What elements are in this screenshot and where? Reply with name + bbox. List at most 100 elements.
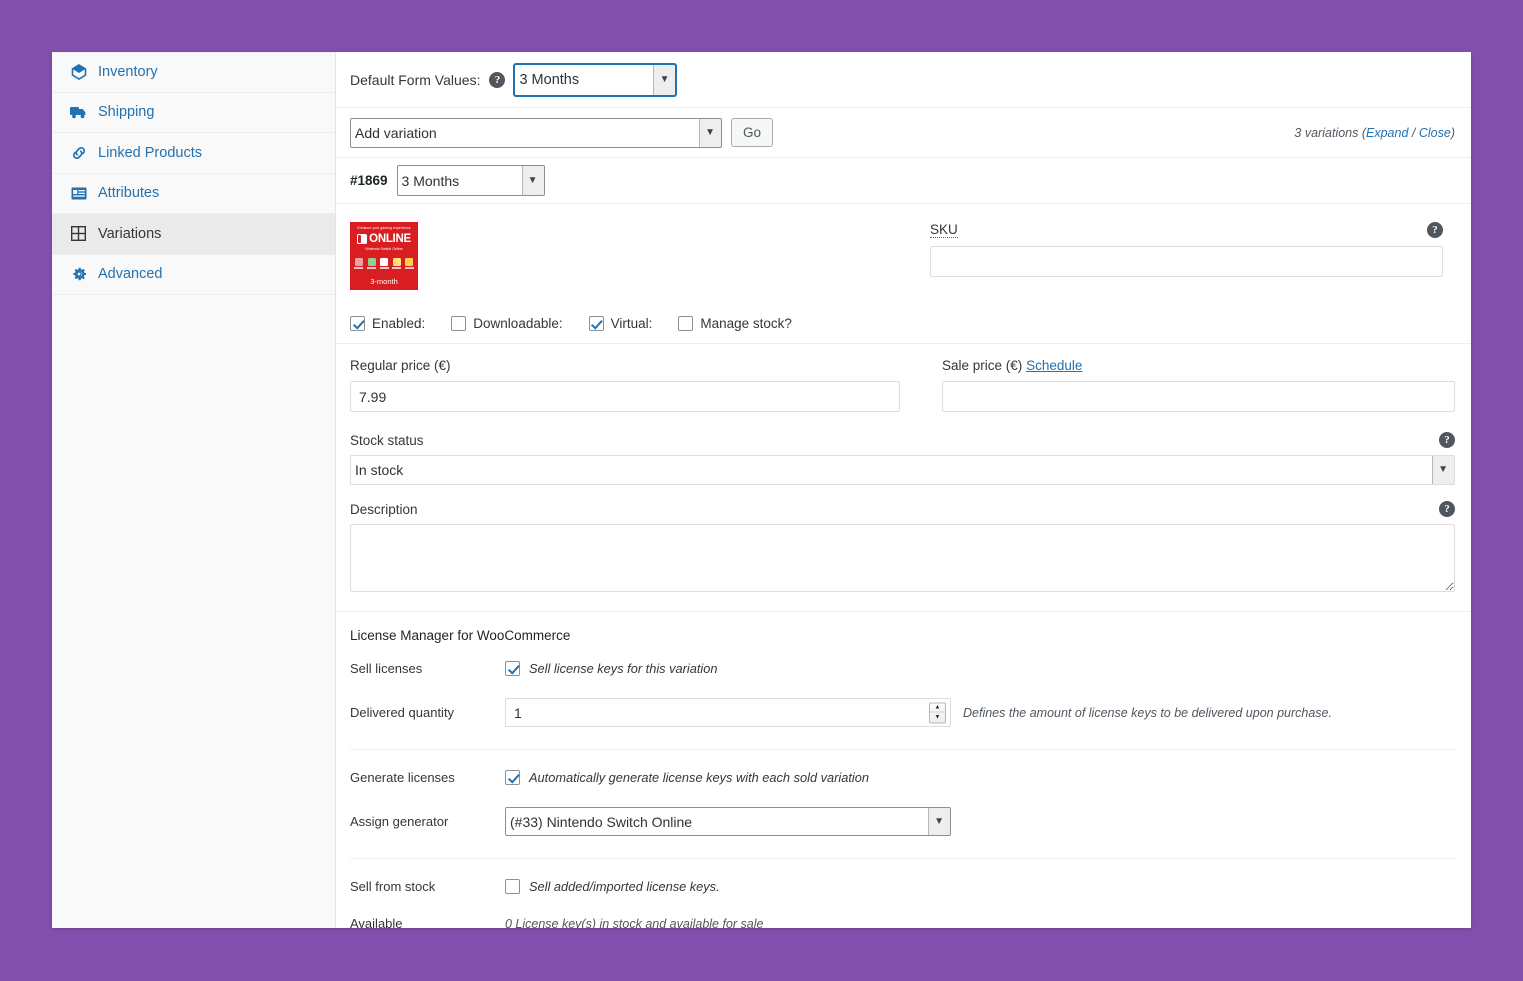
delivered-quantity-note: Defines the amount of license keys to be…	[963, 705, 1332, 720]
thumbnail-brand: ONLINE	[350, 233, 418, 245]
sell-from-stock-checkbox[interactable]: Sell added/imported license keys.	[505, 879, 720, 894]
checkbox-box	[451, 316, 467, 331]
generate-licenses-checkbox[interactable]: Automatically generate license keys with…	[505, 770, 869, 785]
attributes-icon	[70, 185, 87, 202]
delivered-quantity-wrap: ▲ ▼	[505, 698, 951, 727]
enabled-label: Enabled:	[372, 316, 426, 331]
sidebar-item-linked-products[interactable]: Linked Products	[52, 133, 335, 174]
variation-attribute-select[interactable]: 3 Months	[396, 165, 545, 196]
checkbox-box	[588, 316, 604, 331]
virtual-checkbox[interactable]: Virtual:	[588, 316, 652, 331]
help-icon[interactable]: ?	[1439, 432, 1455, 448]
regular-price-field: Regular price (€)	[350, 358, 900, 412]
delivered-quantity-row: Delivered quantity ▲ ▼ Defines the amoun…	[350, 698, 1455, 727]
variations-panel: Default Form Values: ? 3 Months ▼ Add va…	[336, 52, 1471, 928]
stepper-down-icon[interactable]: ▼	[930, 713, 945, 723]
stock-status-select-wrap: In stock ▼	[350, 455, 1455, 485]
sidebar-item-attributes[interactable]: Attributes	[52, 174, 335, 214]
sidebar-item-label: Variations	[98, 225, 162, 242]
sidebar-item-advanced[interactable]: Advanced	[52, 255, 335, 295]
checkbox-box	[350, 316, 365, 331]
help-icon[interactable]: ?	[1427, 222, 1443, 238]
manage-stock-label: Manage stock?	[700, 316, 792, 331]
variation-id: #1869	[350, 173, 388, 188]
default-form-values-toolbar: Default Form Values: ? 3 Months ▼	[336, 52, 1471, 108]
generate-licenses-row: Generate licenses Automatically generate…	[350, 770, 1455, 785]
checkbox-box	[678, 316, 694, 331]
help-icon[interactable]: ?	[1439, 501, 1455, 517]
regular-price-input[interactable]	[350, 381, 900, 412]
sidebar-item-label: Shipping	[98, 104, 155, 121]
default-form-value-select-wrap: 3 Months ▼	[514, 63, 677, 96]
default-form-value-select[interactable]: 3 Months	[514, 63, 677, 96]
sidebar-item-label: Inventory	[98, 64, 158, 81]
generate-licenses-checkbox-label: Automatically generate license keys with…	[529, 770, 870, 785]
switch-logo-icon	[357, 234, 368, 244]
stepper-up-icon[interactable]: ▲	[930, 703, 945, 713]
regular-price-label: Regular price (€)	[350, 358, 451, 373]
stock-status-select[interactable]: In stock	[350, 455, 1455, 485]
thumbnail-sku-row: Enhance your gaming experience ONLINE Ni…	[336, 204, 1471, 304]
product-data-tabs: Inventory Shipping Linked Products Attri…	[52, 52, 336, 928]
sku-column: SKU ?	[418, 222, 1455, 277]
section-divider	[350, 749, 1455, 750]
link-icon	[70, 144, 87, 161]
assign-generator-label: Assign generator	[350, 814, 449, 829]
thumbnail-feature-icons	[355, 258, 413, 266]
manage-stock-checkbox[interactable]: Manage stock?	[678, 316, 792, 331]
sku-input[interactable]	[930, 246, 1443, 277]
sale-price-label: Sale price (€) Schedule	[942, 358, 1455, 373]
downloadable-checkbox[interactable]: Downloadable:	[451, 316, 563, 331]
available-label: Available	[350, 916, 403, 928]
schedule-link[interactable]: Schedule	[1026, 358, 1082, 373]
checkbox-box	[505, 879, 520, 894]
delivered-quantity-input[interactable]	[505, 698, 951, 727]
variation-thumbnail[interactable]: Enhance your gaming experience ONLINE Ni…	[350, 222, 418, 290]
price-row: Regular price (€) Sale price (€) Schedul…	[336, 344, 1471, 424]
variation-attribute-select-wrap: 3 Months ▼	[396, 165, 545, 196]
close-link[interactable]: Close	[1419, 126, 1451, 140]
sidebar-item-label: Advanced	[98, 266, 163, 283]
delivered-quantity-label: Delivered quantity	[350, 705, 455, 720]
sale-price-input[interactable]	[942, 381, 1455, 412]
sidebar-item-label: Attributes	[98, 185, 160, 202]
assign-generator-row: Assign generator (#33) Nintendo Switch O…	[350, 807, 1455, 836]
add-variation-toolbar: Add variation ▼ Go 3 variations (Expand …	[336, 108, 1471, 158]
available-text: 0 License key(s) in stock and available …	[505, 916, 764, 929]
sale-price-label-text: Sale price (€)	[942, 358, 1023, 373]
description-textarea[interactable]	[350, 524, 1455, 592]
downloadable-label: Downloadable:	[473, 316, 563, 331]
thumbnail-sub-text: Nintendo Switch Online	[365, 247, 403, 251]
checkbox-box	[505, 661, 520, 676]
quantity-stepper[interactable]: ▲ ▼	[929, 702, 946, 723]
sidebar-item-shipping[interactable]: Shipping	[52, 93, 335, 133]
expand-link[interactable]: Expand	[1366, 126, 1408, 140]
sidebar-item-inventory[interactable]: Inventory	[52, 52, 335, 93]
assign-generator-select-wrap: (#33) Nintendo Switch Online ▼	[505, 807, 951, 836]
assign-generator-select[interactable]: (#33) Nintendo Switch Online	[505, 807, 951, 836]
add-variation-select-wrap: Add variation ▼	[350, 117, 722, 148]
go-button[interactable]: Go	[731, 118, 774, 147]
thumbnail-top-text: Enhance your gaming experience	[357, 226, 411, 230]
license-manager-section: License Manager for WooCommerce Sell lic…	[336, 611, 1471, 928]
sidebar-item-label: Linked Products	[98, 144, 202, 161]
checkbox-box	[505, 770, 520, 785]
generate-licenses-label: Generate licenses	[350, 770, 455, 785]
add-variation-select[interactable]: Add variation	[350, 117, 722, 148]
truck-icon	[70, 104, 87, 121]
sidebar-item-variations[interactable]: Variations	[52, 214, 335, 255]
license-manager-title: License Manager for WooCommerce	[350, 628, 571, 643]
enabled-checkbox[interactable]: Enabled:	[350, 316, 425, 331]
thumbnail-feature-labels	[354, 267, 414, 269]
sku-label: SKU	[930, 222, 958, 238]
thumbnail-duration: 3-month	[370, 277, 398, 286]
link-separator: /	[1411, 125, 1416, 140]
available-row: Available 0 License key(s) in stock and …	[350, 916, 1455, 928]
stock-status-field: Stock status ? In stock ▼	[336, 424, 1471, 491]
inventory-icon	[70, 64, 87, 81]
sell-licenses-row: Sell licenses Sell license keys for this…	[350, 661, 1455, 676]
help-icon[interactable]: ?	[489, 71, 506, 88]
sell-licenses-checkbox[interactable]: Sell license keys for this variation	[505, 661, 717, 676]
stock-status-label: Stock status	[350, 432, 424, 448]
thumbnail-brand-text: ONLINE	[369, 233, 411, 245]
